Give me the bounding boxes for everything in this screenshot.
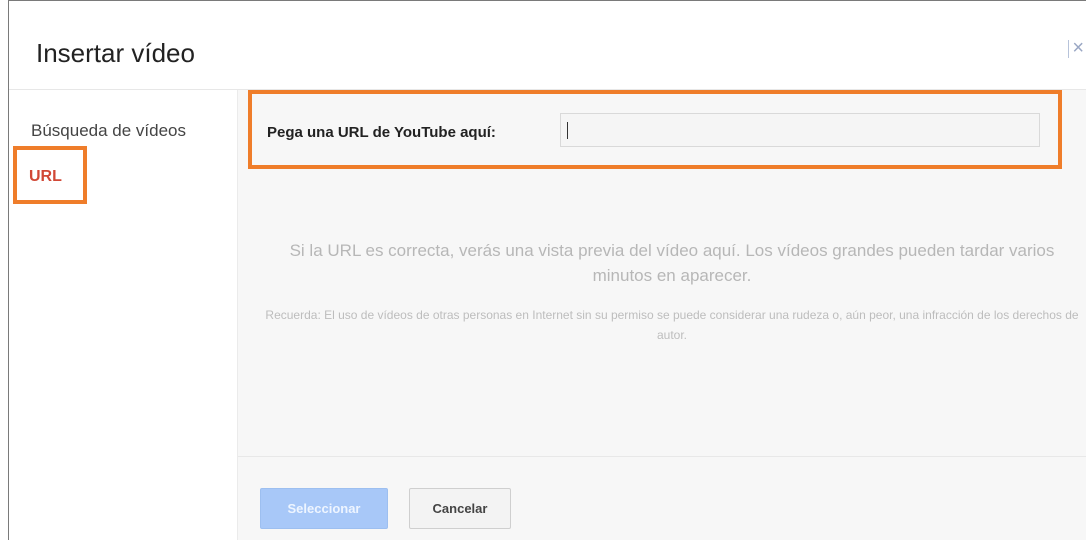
divider — [1068, 39, 1070, 58]
insert-video-dialog: Insertar vídeo × Búsqueda de vídeos URL … — [8, 0, 1086, 540]
main-content: Pega una URL de YouTube aquí: Si la URL … — [237, 90, 1086, 540]
sidebar-item-video-search[interactable]: Búsqueda de vídeos — [31, 121, 186, 141]
footer-divider — [238, 456, 1086, 457]
close-icon[interactable]: × — [1072, 37, 1084, 59]
url-input-label: Pega una URL de YouTube aquí: — [267, 124, 496, 141]
select-button[interactable]: Seleccionar — [260, 488, 388, 529]
cancel-button[interactable]: Cancelar — [409, 488, 511, 529]
copyright-note: Recuerda: El uso de vídeos de otras pers… — [265, 308, 1079, 342]
url-input-section: Pega una URL de YouTube aquí: — [248, 90, 1062, 169]
preview-hint: Si la URL es correcta, verás una vista p… — [289, 241, 1055, 285]
sidebar: Búsqueda de vídeos URL — [9, 90, 237, 540]
close-button[interactable]: × — [1068, 37, 1084, 60]
sidebar-item-url-label: URL — [29, 168, 62, 185]
url-input[interactable] — [560, 113, 1040, 147]
sidebar-item-url[interactable]: URL — [13, 146, 87, 204]
text-caret — [567, 122, 568, 139]
dialog-title: Insertar vídeo — [36, 38, 195, 68]
